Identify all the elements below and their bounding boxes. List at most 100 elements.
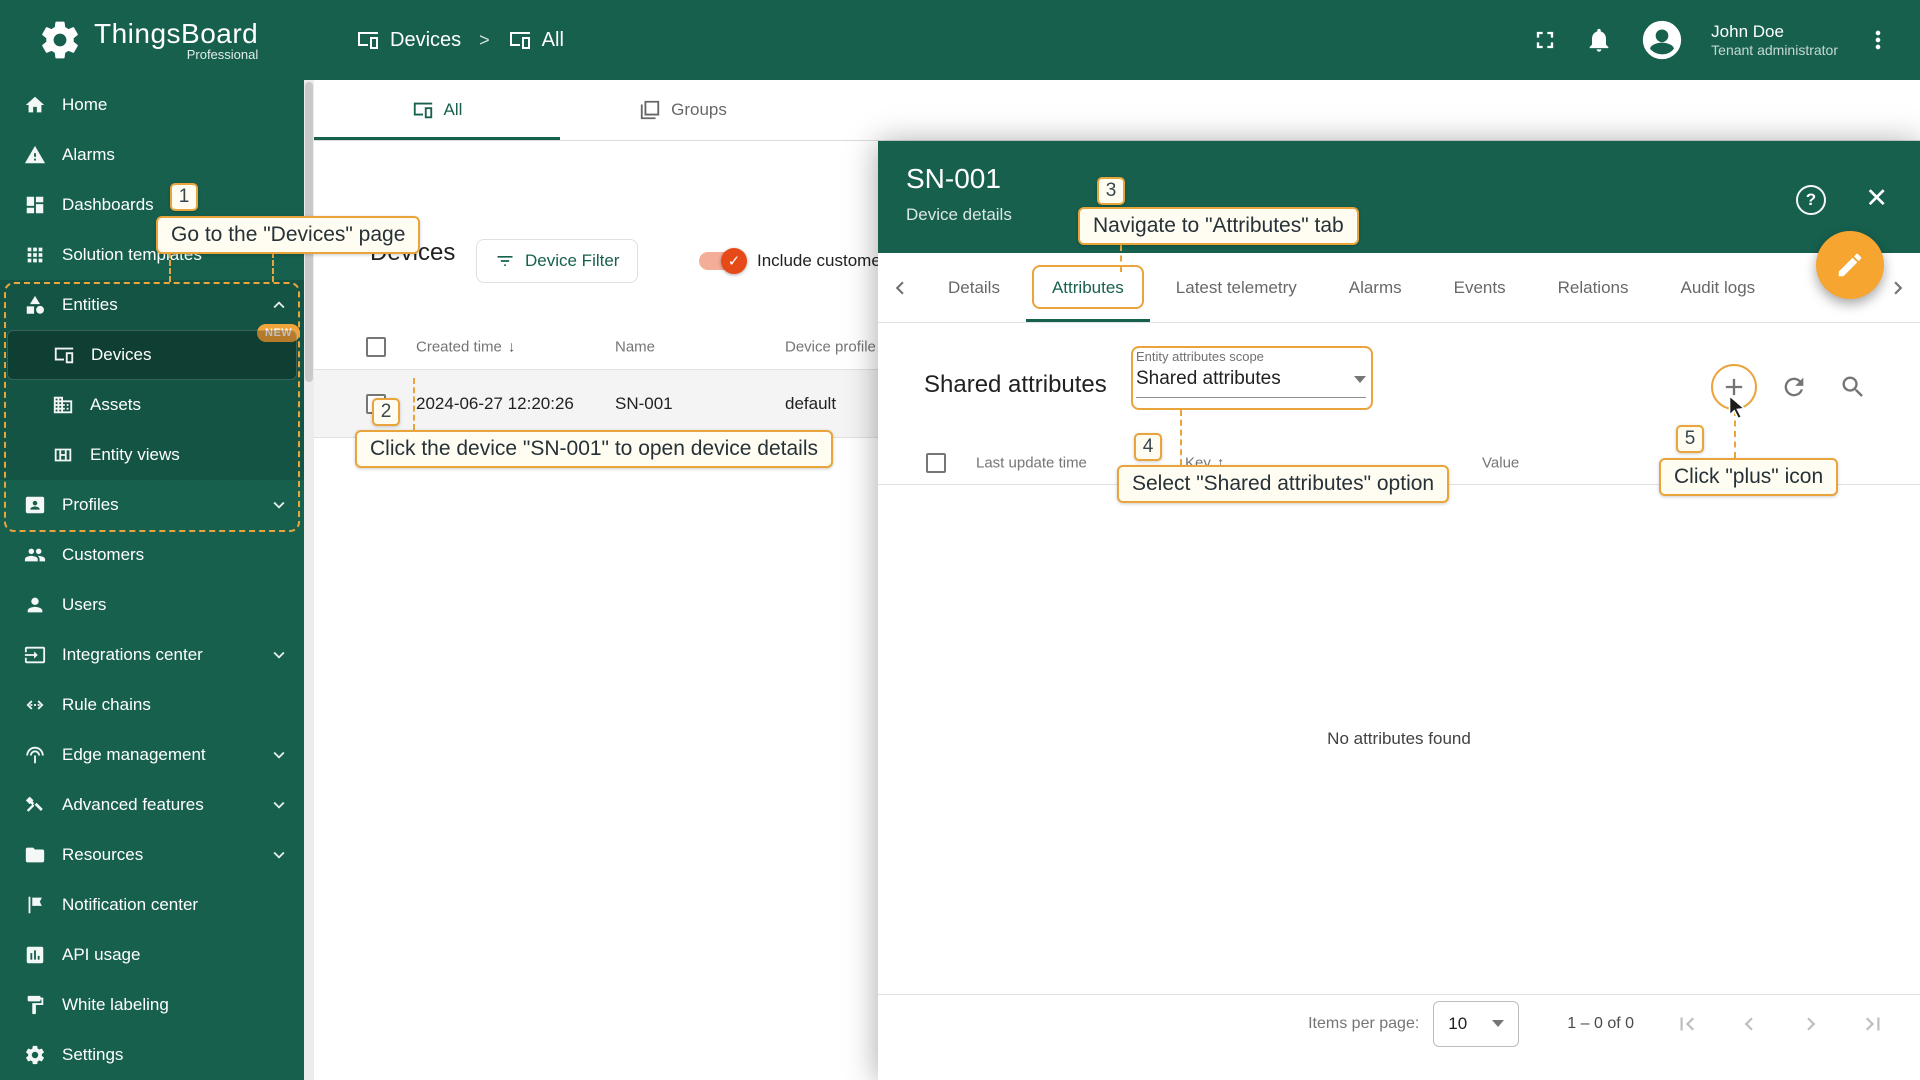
sidebar-item-assets[interactable]: Assets (0, 380, 304, 430)
last-page-icon[interactable] (1860, 1011, 1886, 1037)
edit-fab-button[interactable] (1816, 231, 1884, 299)
panel-tab-events[interactable]: Events (1428, 253, 1532, 322)
device-details-panel: SN-001 Device details ? ✕ Details Attrib… (878, 141, 1920, 1080)
sidebar-item-solution-templates[interactable]: Solution templates (0, 230, 304, 280)
column-name[interactable]: Name (615, 339, 655, 356)
devices-icon (509, 32, 530, 49)
next-page-icon[interactable] (1798, 1011, 1824, 1037)
include-customers-toggle-wrap: ✓ Include customers (699, 239, 895, 283)
panel-tab-relations[interactable]: Relations (1532, 253, 1655, 322)
tab-scroll-left-icon[interactable] (878, 253, 922, 322)
sidebar-item-entity-views[interactable]: Entity views (0, 430, 304, 480)
panel-tab-details[interactable]: Details (922, 253, 1026, 322)
sidebar-item-profiles[interactable]: Profiles (0, 480, 304, 530)
thingsboard-logo-icon (42, 21, 78, 59)
scope-select-label: Entity attributes scope (1136, 349, 1264, 364)
sidebar-item-label: White labeling (62, 995, 169, 1014)
entity-views-icon (54, 448, 72, 462)
user-avatar[interactable] (1639, 17, 1685, 63)
include-customers-toggle[interactable]: ✓ (699, 248, 747, 274)
integrations-icon (24, 646, 46, 664)
panel-tab-attributes[interactable]: Attributes (1025, 253, 1150, 322)
cell-name: SN-001 (615, 393, 673, 413)
sidebar-item-label: Integrations center (62, 645, 203, 664)
sidebar-item-label: Alarms (62, 145, 115, 164)
search-icon[interactable] (1839, 373, 1867, 401)
device-filter-button[interactable]: Device Filter (476, 239, 639, 283)
column-created-time[interactable]: Created time ↓ (416, 339, 515, 356)
tab-all[interactable]: All (314, 80, 560, 140)
sidebar-item-notification-center[interactable]: Notification center (0, 880, 304, 930)
breadcrumb-devices[interactable]: Devices (356, 28, 461, 52)
select-all-checkbox[interactable] (366, 337, 386, 357)
sidebar-item-users[interactable]: Users (0, 580, 304, 630)
top-bar: ThingsBoard Professional Devices > All J… (0, 0, 1920, 80)
help-icon[interactable]: ? (1796, 185, 1826, 215)
cell-created-time: 2024-06-27 12:20:26 (416, 393, 574, 413)
chevron-down-icon (273, 501, 285, 509)
tab-groups[interactable]: Groups (560, 80, 806, 140)
more-vert-icon[interactable] (1864, 26, 1892, 54)
select-all-attributes-checkbox[interactable] (926, 452, 946, 473)
chevron-down-icon (273, 651, 285, 659)
panel-tab-audit-logs[interactable]: Audit logs (1655, 253, 1782, 322)
sidebar-item-devices[interactable]: Devices (7, 330, 297, 380)
sidebar-item-edge-management[interactable]: Edge management (0, 730, 304, 780)
column-last-update-time[interactable]: Last update time (976, 454, 1087, 471)
sidebar-item-dashboards[interactable]: Dashboards (0, 180, 304, 230)
user-role: Tenant administrator (1711, 41, 1838, 58)
toggle-knob: ✓ (721, 248, 747, 274)
scope-select-value-row: Shared attributes (1136, 368, 1366, 398)
items-per-page-select[interactable]: 10 (1433, 1000, 1520, 1047)
sidebar-item-alarms[interactable]: Alarms (0, 130, 304, 180)
tab-label: All (443, 100, 463, 119)
breadcrumb-label: All (541, 28, 564, 51)
column-value[interactable]: Value (1482, 454, 1519, 471)
notifications-bell-icon[interactable] (1585, 26, 1613, 54)
column-device-profile[interactable]: Device profile (785, 339, 876, 356)
close-icon[interactable]: ✕ (1865, 183, 1888, 213)
dropdown-arrow-icon (1354, 375, 1366, 383)
sidebar-item-label: Home (62, 95, 108, 114)
panel-tab-latest-telemetry[interactable]: Latest telemetry (1150, 253, 1323, 322)
sidebar-item-rule-chains[interactable]: Rule chains (0, 680, 304, 730)
previous-page-icon[interactable] (1736, 1011, 1762, 1037)
sidebar-item-label: Customers (62, 545, 145, 564)
sidebar-item-customers[interactable]: Customers (0, 530, 304, 580)
sidebar-item-label: API usage (62, 945, 141, 964)
scrollbar-thumb[interactable] (305, 82, 313, 382)
flag-icon (28, 896, 42, 914)
devices-icon (358, 32, 378, 49)
refresh-icon[interactable] (1780, 373, 1808, 401)
panel-tab-alarms[interactable]: Alarms (1323, 253, 1428, 322)
gear-icon (26, 1045, 44, 1065)
fullscreen-icon[interactable] (1531, 26, 1559, 54)
panel-pagination-footer: Items per page: 10 1 – 0 of 0 (878, 994, 1920, 1052)
breadcrumb-all[interactable]: All (508, 28, 564, 52)
pencil-icon (1838, 253, 1862, 277)
sidebar-item-settings[interactable]: Settings (0, 1030, 304, 1080)
first-page-icon[interactable] (1674, 1011, 1700, 1037)
panel-header: SN-001 Device details ? ✕ (878, 141, 1920, 253)
sidebar-item-white-labeling[interactable]: White labeling (0, 980, 304, 1030)
sidebar-item-home[interactable]: Home (0, 80, 304, 130)
sidebar-item-advanced-features[interactable]: Advanced features (0, 780, 304, 830)
chevron-down-icon (273, 801, 285, 809)
attributes-scope-select[interactable]: Entity attributes scope Shared attribute… (1136, 349, 1366, 398)
brand-subtitle: Professional (186, 46, 259, 62)
row-checkbox[interactable] (366, 393, 386, 414)
sidebar-item-label: Settings (62, 1045, 124, 1064)
panel-subtitle: Device details (906, 205, 1012, 224)
column-key[interactable]: Key ↑ (1185, 454, 1224, 471)
sidebar-scrollbar[interactable] (304, 80, 314, 1080)
breadcrumb-label: Devices (390, 28, 462, 51)
sidebar-item-resources[interactable]: Resources (0, 830, 304, 880)
entity-tabbar: All Groups (314, 80, 1920, 141)
sidebar-item-entities[interactable]: Entities (0, 280, 304, 330)
add-attribute-plus-icon[interactable] (1720, 373, 1748, 401)
sidebar-item-api-usage[interactable]: API usage (0, 930, 304, 980)
sidebar-item-label: Users (62, 595, 107, 614)
thingsboard-logo[interactable]: ThingsBoard Professional (38, 18, 314, 62)
sidebar-item-integrations-center[interactable]: Integrations center (0, 630, 304, 680)
groups-icon (640, 100, 660, 120)
